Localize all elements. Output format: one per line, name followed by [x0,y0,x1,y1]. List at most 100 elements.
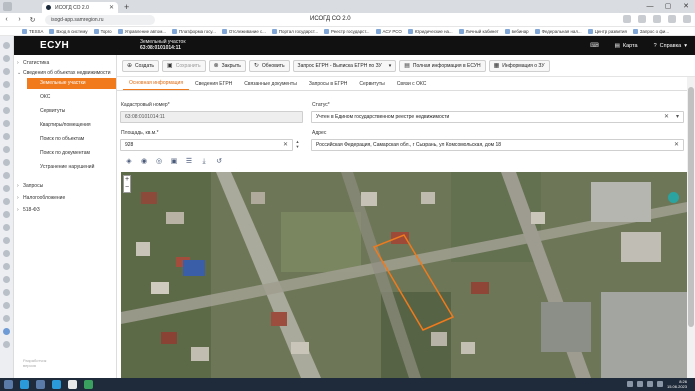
clear-icon[interactable]: ✕ [674,140,679,150]
bookmark-item[interactable]: Управление автом... [118,29,166,34]
system-clock[interactable]: 8:26 15.06.2023 [667,379,687,389]
download-icon[interactable]: ⤓ [199,157,209,167]
bookmark-item[interactable]: Отслеживание с... [222,29,266,34]
satellite-map[interactable]: + − [121,172,687,378]
area-stepper[interactable]: ▲ ▼ [293,139,302,151]
address-field[interactable]: Российская Федерация, Самарская обл., г … [311,139,684,151]
sidebar-app-icon[interactable] [3,289,10,296]
back-icon[interactable]: ‹ [0,16,13,23]
map-button[interactable]: ▤ Карта [607,43,646,49]
start-icon[interactable] [4,380,13,389]
page-scrollbar[interactable] [687,77,695,378]
sidebar-app-icon[interactable] [3,55,10,62]
undo-icon[interactable]: ↺ [214,157,224,167]
settings-icon[interactable] [683,15,691,23]
nav-subitem-land-plots[interactable]: Земельные участки [27,78,116,89]
tab-close-icon[interactable]: ✕ [109,4,114,11]
scrollbar-thumb[interactable] [688,87,694,327]
sidebar-app-icon[interactable] [3,276,10,283]
nav-item-objects[interactable]: ⌄ Сведения об объектах недвижимости [14,68,116,78]
bookmark-item[interactable]: вебинар [505,29,529,34]
tab-egrn-requests[interactable]: Запросы в ЕГРН [303,81,354,90]
sidebar-app-icon[interactable] [3,211,10,218]
map-edit-icon[interactable]: ▣ [169,157,179,167]
url-field[interactable]: isogd-app.samregion.ru [45,14,155,25]
sidebar-app-icon[interactable] [3,81,10,88]
clear-icon[interactable]: ✕ [283,140,288,150]
zu-info-button[interactable]: ▦ Информация о ЗУ [488,59,550,72]
taskbar-app-icon[interactable] [36,380,45,389]
bookmark-item[interactable]: Личный кабинет [459,29,499,34]
browser-tab[interactable]: ИСОГД СО 2.0 ✕ [42,2,118,13]
reload-icon[interactable]: ↻ [26,16,39,24]
layers-icon[interactable]: ◈ [124,157,134,167]
bookmark-item[interactable]: Федеральная нал... [535,29,582,34]
bookmark-item[interactable]: Платформа госу... [172,29,216,34]
chevron-down-icon[interactable]: ▾ [676,112,679,122]
sidebar-app-icon[interactable] [3,146,10,153]
nav-subitem-document-search[interactable]: Поиск по документам [14,148,116,159]
sidebar-app-icon[interactable] [3,237,10,244]
downloads-icon[interactable] [668,15,676,23]
tray-icon[interactable] [647,381,653,387]
egrn-request-dropdown[interactable]: Запрос ЕГРН - Выписка ЕГРН по ЗУ ▾ [292,59,397,72]
tab-servitudes[interactable]: Сервитуты [353,81,390,90]
forward-icon[interactable]: › [13,16,26,23]
sidebar-app-icon[interactable] [3,302,10,309]
nav-item-taxation[interactable]: › Налогообложение [14,193,116,203]
profile-icon[interactable] [638,15,646,23]
close-window-icon[interactable]: ✕ [677,0,695,13]
nav-subitem-object-search[interactable]: Поиск по объектам [14,134,116,145]
sidebar-app-icon[interactable] [3,107,10,114]
bookmark-item[interactable]: АСУ РСО [376,29,402,34]
nav-item-statistics[interactable]: › Статистика [14,58,116,68]
nav-subitem-apartments[interactable]: Квартиры/помещения [14,120,116,131]
zoom-in-button[interactable]: + [124,176,130,184]
sidebar-app-icon[interactable] [3,328,10,335]
tray-icon[interactable] [627,381,633,387]
bookmark-item[interactable]: TESSA [22,29,43,34]
sidebar-app-icon[interactable] [3,263,10,270]
bookmark-icon[interactable] [623,15,631,23]
bookmark-item[interactable]: Реестр государст... [324,29,370,34]
close-button[interactable]: ⊗ Закрыть [208,59,246,72]
sidebar-app-icon[interactable] [3,315,10,322]
full-info-button[interactable]: ▤ Полная информация в ЕСУН [399,59,486,72]
yandex-browser-icon[interactable] [68,380,77,389]
extensions-icon[interactable] [653,15,661,23]
bookmark-item[interactable]: Портал государст... [272,29,318,34]
sidebar-app-icon[interactable] [3,198,10,205]
tab-related-documents[interactable]: Связанные документы [238,81,303,90]
zoom-out-button[interactable]: − [124,184,130,192]
area-field[interactable]: 928 ✕ [120,139,293,151]
sidebar-app-icon[interactable] [3,172,10,179]
clear-icon[interactable]: ✕ [664,112,669,122]
map-measure-icon[interactable]: ◎ [154,157,164,167]
tab-oks-links[interactable]: Связи с ОКС [391,81,433,90]
nav-item-requests[interactable]: › Запросы [14,181,116,191]
sidebar-app-icon[interactable] [3,341,10,348]
bookmark-item[interactable]: Центр развития [588,29,627,34]
sidebar-app-icon[interactable] [3,120,10,127]
maximize-icon[interactable]: ▢ [659,0,677,13]
new-tab-icon[interactable]: + [124,2,129,12]
stepper-down-icon[interactable]: ▼ [293,144,302,149]
sidebar-app-icon[interactable] [3,94,10,101]
taskbar-app-icon[interactable] [84,380,93,389]
sidebar-app-icon[interactable] [3,42,10,49]
sidebar-app-icon[interactable] [3,68,10,75]
taskbar-app-icon[interactable] [20,380,29,389]
telegram-icon[interactable] [52,380,61,389]
sidebar-app-icon[interactable] [3,224,10,231]
bookmark-item[interactable]: Юридические на... [408,29,453,34]
browser-menu-icon[interactable] [3,2,12,11]
minimize-icon[interactable]: — [641,0,659,13]
bookmark-item[interactable]: Запрос о фи... [633,29,669,34]
create-button[interactable]: ⊕ Создать [122,59,160,72]
list-icon[interactable]: ☰ [184,157,194,167]
help-button[interactable]: ? Справка ▾ [646,43,695,49]
tab-main-info[interactable]: Основная информация [123,80,190,90]
sidebar-app-icon[interactable] [3,133,10,140]
bookmark-item[interactable]: Topro [94,29,112,34]
nav-subitem-oks[interactable]: ОКС [14,92,116,103]
